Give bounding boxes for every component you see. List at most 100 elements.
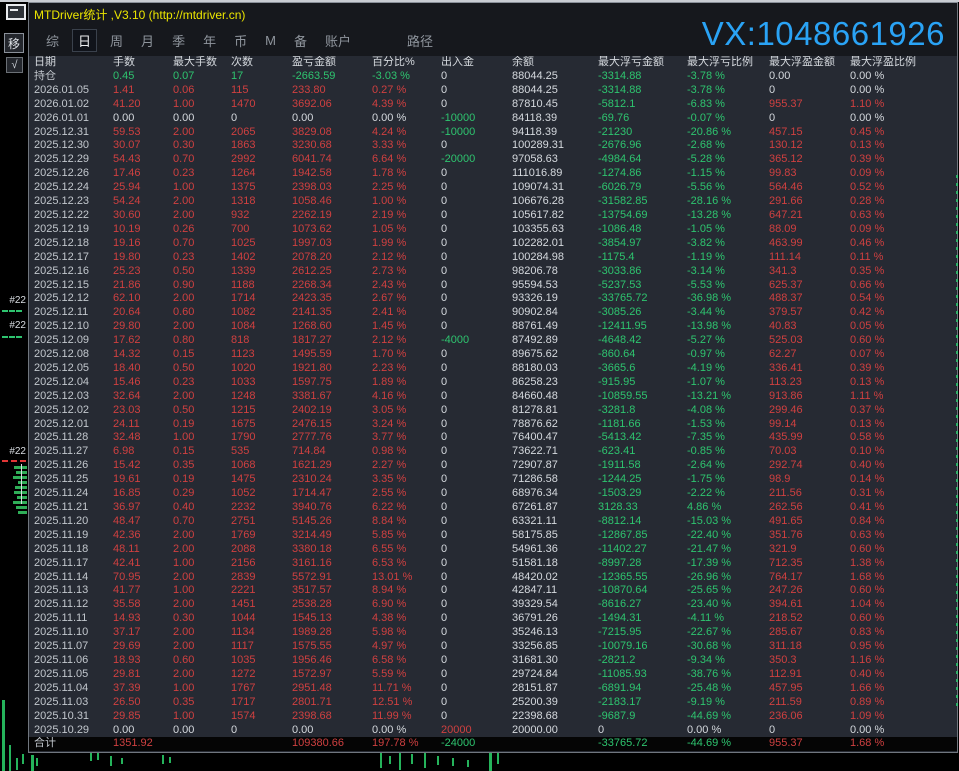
cell: 0 xyxy=(441,376,512,390)
cell: 1.38 % xyxy=(850,557,957,571)
cell: 0 xyxy=(441,306,512,320)
menu-item-1[interactable]: 日 xyxy=(72,29,97,52)
cell: 6.64 % xyxy=(372,153,441,167)
cell: -30.68 % xyxy=(687,640,769,654)
table-row[interactable]: 2025.12.1719.800.2314022078.202.12 %0100… xyxy=(29,251,957,265)
table-row[interactable]: 2025.12.1521.860.9011882268.342.43 %0955… xyxy=(29,279,957,293)
table-row[interactable]: 2025.11.1114.930.3010441545.134.38 %0367… xyxy=(29,612,957,626)
cell: 54.43 xyxy=(113,153,173,167)
table-row[interactable]: 2025.12.1262.102.0017142423.352.67 %0933… xyxy=(29,292,957,306)
table-row[interactable]: 2025.12.0917.620.808181817.272.12 %-4000… xyxy=(29,334,957,348)
table-row[interactable]: 2025.12.1910.190.267001073.621.05 %01033… xyxy=(29,223,957,237)
table-row[interactable]: 2025.11.2832.481.0017902777.763.77 %0764… xyxy=(29,431,957,445)
menu-item-0[interactable]: 综 xyxy=(41,30,64,51)
table-row[interactable]: 2025.10.290.000.0000.000.00 %2000020000.… xyxy=(29,724,957,738)
table-row[interactable]: 2025.11.0437.391.0017672951.4811.71 %028… xyxy=(29,682,957,696)
table-row[interactable]: 2025.11.2615.420.3510681621.292.27 %0729… xyxy=(29,459,957,473)
cell: 1058.46 xyxy=(292,195,372,209)
table-row[interactable]: 2025.11.2416.850.2910521714.472.55 %0689… xyxy=(29,487,957,501)
table-row[interactable]: 2025.11.0326.500.3517172801.7112.51 %025… xyxy=(29,696,957,710)
menu-item-7[interactable]: M xyxy=(260,32,281,49)
cell: 2025.11.13 xyxy=(34,584,113,598)
table-row[interactable]: 持仓0.450.0717-2663.59-3.03 %088044.25-331… xyxy=(29,70,957,84)
cell: 1790 xyxy=(231,431,292,445)
cell: -2663.59 xyxy=(292,70,372,84)
table-row[interactable]: 2026.01.0241.201.0014703692.064.39 %0878… xyxy=(29,98,957,112)
table-row[interactable]: 2026.01.051.410.06115233.800.27 %088044.… xyxy=(29,84,957,98)
table-row[interactable]: 2025.11.1470.952.0028395572.9113.01 %048… xyxy=(29,571,957,585)
table-row[interactable]: 2025.12.1029.802.0010841268.601.45 %0887… xyxy=(29,320,957,334)
cell: 0.60 xyxy=(173,654,231,668)
menu-item-9[interactable]: 账户 xyxy=(320,30,356,51)
table-row[interactable]: 2025.12.3159.532.0020653829.084.24 %-100… xyxy=(29,126,957,140)
check-button[interactable]: √ xyxy=(6,57,23,73)
menu-item-8[interactable]: 备 xyxy=(289,30,312,51)
cell: 4.38 % xyxy=(372,612,441,626)
table-row[interactable]: 2025.11.2048.470.7027515145.268.84 %0633… xyxy=(29,515,957,529)
cell: 2025.11.21 xyxy=(34,501,113,515)
table-row[interactable]: 2025.12.0518.400.5010201921.802.23 %0881… xyxy=(29,362,957,376)
table-row[interactable]: 2025.11.2136.970.4022323940.766.22 %0672… xyxy=(29,501,957,515)
cell: 2476.15 xyxy=(292,418,372,432)
table-row[interactable]: 2025.12.0223.030.5012152402.193.05 %0812… xyxy=(29,404,957,418)
menu-item-3[interactable]: 月 xyxy=(136,30,159,51)
table-row[interactable]: 2025.11.1742.411.0021563161.166.53 %0515… xyxy=(29,557,957,571)
table-row[interactable]: 2025.11.1235.582.0014512538.286.90 %0393… xyxy=(29,598,957,612)
cell: 0.50 xyxy=(173,265,231,279)
cell: -5.53 % xyxy=(687,279,769,293)
menu-item-2[interactable]: 周 xyxy=(105,30,128,51)
table-row[interactable]: 2025.11.0529.812.0012721572.975.59 %0297… xyxy=(29,668,957,682)
cell: 0 xyxy=(441,237,512,251)
table-row[interactable]: 2025.11.1341.771.0022213517.578.94 %0428… xyxy=(29,584,957,598)
cell: 41.77 xyxy=(113,584,173,598)
cell: 1997.03 xyxy=(292,237,372,251)
table-total-row[interactable]: 合计1351.92109380.66197.78 %-24000-33765.7… xyxy=(29,737,957,751)
menu-item-4[interactable]: 季 xyxy=(167,30,190,51)
table-row[interactable]: 2025.11.276.980.15535714.840.98 %073622.… xyxy=(29,445,957,459)
table-row[interactable]: 2025.12.1819.160.7010251997.031.99 %0102… xyxy=(29,237,957,251)
table-row[interactable]: 2025.11.1037.172.0011341989.285.98 %0352… xyxy=(29,626,957,640)
cell: -3.44 % xyxy=(687,306,769,320)
column-header: 百分比% xyxy=(372,56,441,70)
table-row[interactable]: 2025.12.2954.430.7029926041.746.64 %-200… xyxy=(29,153,957,167)
table-row[interactable]: 2025.12.2230.602.009322262.192.19 %01056… xyxy=(29,209,957,223)
cell: 33256.85 xyxy=(512,640,598,654)
cell: -4984.64 xyxy=(598,153,687,167)
table-row[interactable]: 2025.12.2354.242.0013181058.461.00 %0106… xyxy=(29,195,957,209)
menu-item-6[interactable]: 币 xyxy=(229,30,252,51)
cell: 0.58 % xyxy=(850,431,957,445)
cell: 1068 xyxy=(231,459,292,473)
menu-item-5[interactable]: 年 xyxy=(198,30,221,51)
table-row[interactable]: 2025.11.0618.930.6010351956.466.58 %0316… xyxy=(29,654,957,668)
cell: 1597.75 xyxy=(292,376,372,390)
move-button[interactable]: 移 xyxy=(4,33,24,53)
table-row[interactable]: 2025.11.2519.610.1914752310.243.35 %0712… xyxy=(29,473,957,487)
cell: -12365.55 xyxy=(598,571,687,585)
cell: -4000 xyxy=(441,334,512,348)
table-row[interactable]: 2025.12.0814.320.1511231495.591.70 %0896… xyxy=(29,348,957,362)
table-row[interactable]: 2025.12.1625.230.5013392612.252.73 %0982… xyxy=(29,265,957,279)
table-row[interactable]: 2025.11.1942.362.0017693214.495.85 %0581… xyxy=(29,529,957,543)
table-row[interactable]: 2025.11.0729.692.0011171575.554.97 %0332… xyxy=(29,640,957,654)
cell: 1921.80 xyxy=(292,362,372,376)
cell: 1.11 % xyxy=(850,390,957,404)
table-row[interactable]: 2025.10.3129.851.0015742398.6811.99 %022… xyxy=(29,710,957,724)
cell: 0 xyxy=(441,487,512,501)
table-row[interactable]: 2025.12.2617.460.2312641942.581.78 %0111… xyxy=(29,167,957,181)
cell: 1.00 xyxy=(173,710,231,724)
cell: 2025.11.24 xyxy=(34,487,113,501)
cell: 321.9 xyxy=(769,543,850,557)
table-row[interactable]: 2025.12.0415.460.2310331597.751.89 %0862… xyxy=(29,376,957,390)
menu-item-10[interactable]: 路径 xyxy=(402,30,438,51)
table-row[interactable]: 2026.01.010.000.0000.000.00 %-1000084118… xyxy=(29,112,957,126)
cell: 0.10 % xyxy=(850,445,957,459)
table-row[interactable]: 2025.12.0124.110.1916752476.153.24 %0788… xyxy=(29,418,957,432)
table-row[interactable]: 2025.12.3030.070.3018633230.683.33 %0100… xyxy=(29,139,957,153)
cell: 4.97 % xyxy=(372,640,441,654)
table-row[interactable]: 2025.11.1848.112.0020883380.186.55 %0549… xyxy=(29,543,957,557)
table-row[interactable]: 2025.12.0332.642.0012483381.674.16 %0846… xyxy=(29,390,957,404)
table-row[interactable]: 2025.12.2425.941.0013752398.032.25 %0109… xyxy=(29,181,957,195)
cell: 0.00 xyxy=(173,724,231,738)
table-row[interactable]: 2025.12.1120.640.6010822141.352.41 %0909… xyxy=(29,306,957,320)
cell: 1769 xyxy=(231,529,292,543)
